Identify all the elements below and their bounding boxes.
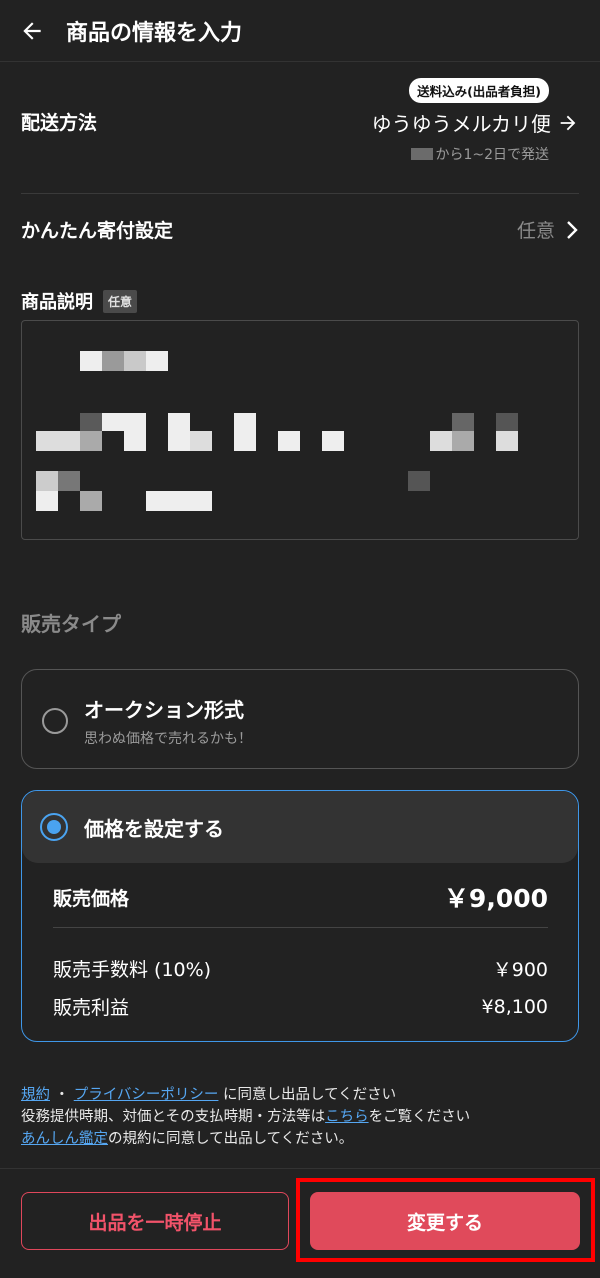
terms-line1-text: に同意し出品してください xyxy=(223,1087,397,1103)
shipping-method-text: ゆうゆうメルカリ便 xyxy=(371,112,551,136)
fee-value: ￥900 xyxy=(492,959,548,981)
auction-title: オークション形式 xyxy=(84,698,244,722)
sales-type-label: 販売タイプ xyxy=(21,612,121,636)
selling-price-label: 販売価格 xyxy=(53,887,130,910)
terms-separator: ・ xyxy=(54,1087,70,1103)
description-textarea[interactable] xyxy=(21,320,579,540)
fixed-price-option-card[interactable]: 価格を設定する 販売価格 ￥9,000 販売手数料 (10%) ￥900 販売利… xyxy=(21,790,579,1042)
footer-divider xyxy=(0,1168,600,1169)
shipping-method-row[interactable]: 配送方法 送料込み(出品者負担) ゆうゆうメルカリ便 から1~2日で発送 xyxy=(21,72,579,194)
app-header: 商品の情報を入力 xyxy=(0,0,600,62)
fee-label: 販売手数料 (10%) xyxy=(53,959,212,981)
donation-label: かんたん寄付設定 xyxy=(21,220,174,242)
shipping-days-text: から1~2日で発送 xyxy=(435,147,549,163)
donation-value: 任意 xyxy=(517,216,579,243)
auction-radio[interactable] xyxy=(42,708,68,734)
anshin-kantei-link[interactable]: あんしん鑑定 xyxy=(21,1131,108,1147)
terms-line2-end: をご覧ください xyxy=(368,1109,471,1125)
profit-row: 販売利益 ¥8,100 xyxy=(53,993,548,1020)
optional-tag: 任意 xyxy=(103,289,138,313)
auction-option-card[interactable]: オークション形式 思わぬ価格で売れるかも！ xyxy=(21,669,579,769)
fixed-price-title: 価格を設定する xyxy=(84,817,224,841)
description-label: 商品説明 xyxy=(21,292,93,313)
terms-line2-text: 役務提供時期、対価とその支払時期・方法等は xyxy=(21,1109,326,1125)
selling-price-value[interactable]: ￥9,000 xyxy=(444,879,548,915)
terms-line3-text: の規約に同意して出品してください。 xyxy=(108,1131,354,1147)
fee-row: 販売手数料 (10%) ￥900 xyxy=(53,955,548,982)
donation-setting-row[interactable]: かんたん寄付設定 任意 xyxy=(21,196,579,266)
shipping-label: 配送方法 xyxy=(21,112,98,134)
profit-label: 販売利益 xyxy=(53,997,130,1019)
back-button[interactable] xyxy=(10,9,54,53)
chevron-right-icon xyxy=(567,220,578,239)
redacted-region xyxy=(411,148,434,160)
selling-price-row[interactable]: 販売価格 ￥9,000 xyxy=(53,879,548,915)
shipping-method-value: ゆうゆうメルカリ便 xyxy=(372,108,579,137)
shipping-days-note: から1~2日で発送 xyxy=(411,144,549,164)
arrow-right-icon xyxy=(560,115,576,130)
donation-value-text: 任意 xyxy=(516,220,555,242)
page-title: 商品の情報を入力 xyxy=(66,20,243,46)
privacy-policy-link[interactable]: プライバシーポリシー xyxy=(74,1087,219,1103)
pause-listing-button[interactable]: 出品を一時停止 xyxy=(21,1192,289,1250)
price-divider xyxy=(53,927,548,928)
description-label-row: 商品説明 任意 xyxy=(21,288,138,314)
profit-value: ¥8,100 xyxy=(481,995,548,1018)
fixed-price-header[interactable]: 価格を設定する xyxy=(22,791,578,863)
fixed-price-radio[interactable] xyxy=(40,813,68,841)
details-link[interactable]: こちら xyxy=(325,1109,369,1125)
terms-notice: 規約 ・ プライバシーポリシー に同意し出品してください 役務提供時期、対価とそ… xyxy=(21,1084,581,1150)
save-changes-button[interactable]: 変更する xyxy=(310,1192,580,1250)
auction-subtitle: 思わぬ価格で売れるかも！ xyxy=(84,731,252,747)
arrow-left-icon xyxy=(23,21,41,40)
edit-listing-screen: 商品の情報を入力 配送方法 送料込み(出品者負担) ゆうゆうメルカリ便 から1~… xyxy=(0,0,600,1278)
shipping-fee-badge: 送料込み(出品者負担) xyxy=(409,78,549,103)
terms-link[interactable]: 規約 xyxy=(21,1087,50,1103)
